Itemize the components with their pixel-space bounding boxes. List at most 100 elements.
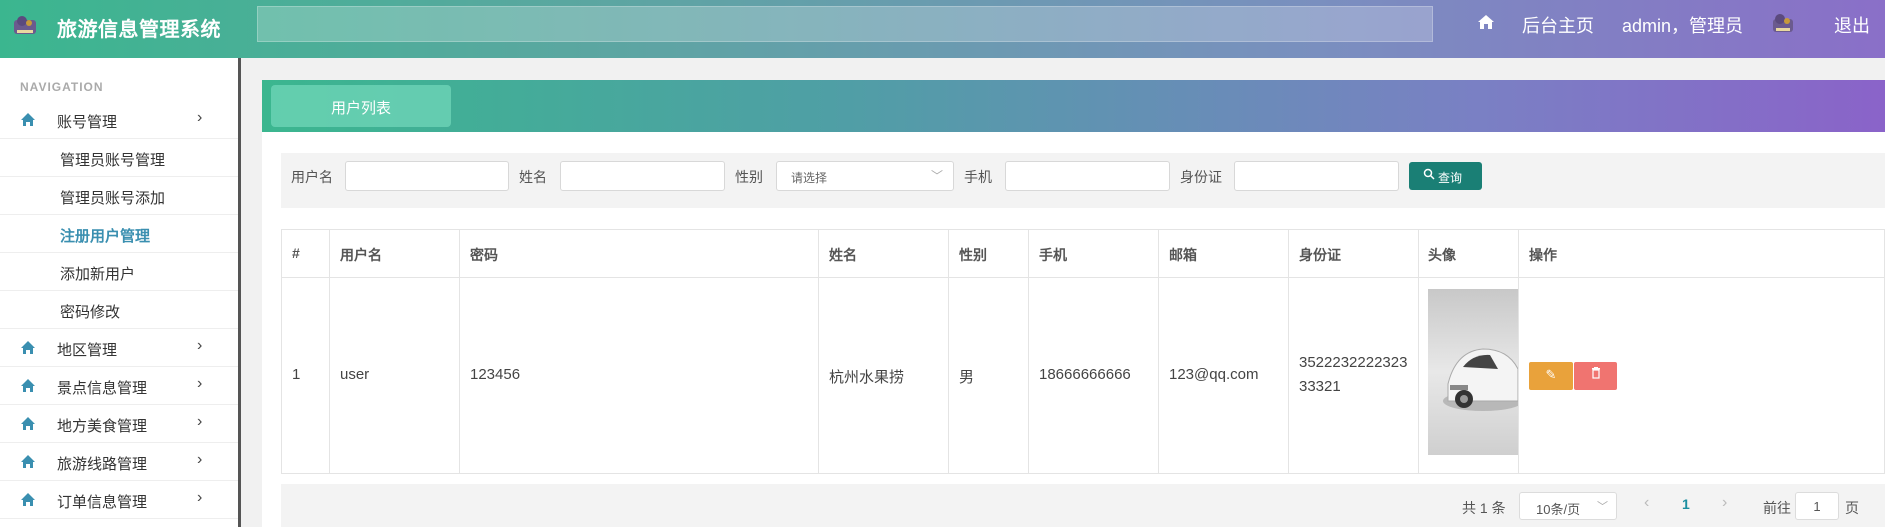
sidebar-item-orders[interactable]: 订单信息管理 › bbox=[0, 481, 238, 519]
cell-phone: 18666666666 bbox=[1039, 366, 1131, 383]
sidebar-subitem-admin-add[interactable]: 管理员账号添加 bbox=[0, 177, 238, 215]
username-label: 用户名 bbox=[291, 169, 333, 185]
sidebar-item-label: 订单信息管理 bbox=[57, 494, 148, 511]
column-header-gender: 性别 bbox=[959, 247, 987, 263]
chevron-right-icon: › bbox=[197, 109, 203, 126]
cell-id-card-line2: 33321 bbox=[1299, 378, 1341, 395]
home-icon bbox=[20, 492, 36, 508]
sidebar-subitem-label: 管理员账号添加 bbox=[60, 190, 166, 207]
sidebar-item-label: 账号管理 bbox=[57, 114, 118, 131]
id-card-label: 身份证 bbox=[1180, 169, 1222, 185]
column-divider bbox=[459, 229, 460, 474]
user-avatar bbox=[1771, 11, 1795, 35]
cell-index: 1 bbox=[292, 366, 301, 383]
sidebar-item-label: 景点信息管理 bbox=[57, 380, 148, 397]
cell-username: user bbox=[340, 366, 370, 383]
sidebar-subitem-add-user[interactable]: 添加新用户 bbox=[0, 253, 238, 291]
edit-icon: ✎ bbox=[1545, 367, 1557, 382]
page-suffix: 页 bbox=[1845, 500, 1859, 516]
sidebar-subitem-registered-users[interactable]: 注册用户管理 bbox=[0, 215, 238, 253]
goto-label: 前往 bbox=[1763, 500, 1791, 516]
name-label: 姓名 bbox=[519, 169, 547, 185]
column-header-index: # bbox=[292, 245, 300, 261]
cell-gender: 男 bbox=[959, 369, 975, 386]
sidebar-subitem-label: 管理员账号管理 bbox=[60, 152, 166, 169]
search-button[interactable]: 查询 bbox=[1409, 162, 1482, 190]
delete-button[interactable] bbox=[1574, 362, 1617, 390]
sidebar-item-region[interactable]: 地区管理 › bbox=[0, 329, 238, 367]
nav-title: NAVIGATION bbox=[20, 80, 104, 94]
cell-id-card-line1: 3522232222323 bbox=[1299, 354, 1408, 371]
edit-button[interactable]: ✎ bbox=[1529, 362, 1573, 390]
sidebar-subitem-admin-accounts[interactable]: 管理员账号管理 bbox=[0, 139, 238, 177]
column-header-password: 密码 bbox=[470, 247, 498, 263]
cell-name: 杭州水果捞 bbox=[829, 369, 905, 386]
column-divider bbox=[948, 229, 949, 474]
column-header-id-card: 身份证 bbox=[1299, 247, 1341, 263]
column-header-username: 用户名 bbox=[340, 247, 382, 263]
home-icon bbox=[20, 454, 36, 470]
next-page-button[interactable]: › bbox=[1722, 494, 1727, 512]
search-icon bbox=[1423, 168, 1435, 183]
sidebar-subitem-label: 密码修改 bbox=[60, 304, 121, 321]
page-size-value: 10条/页 bbox=[1536, 502, 1581, 517]
sidebar-item-routes[interactable]: 旅游线路管理 › bbox=[0, 443, 238, 481]
phone-label: 手机 bbox=[964, 169, 992, 185]
chevron-down-icon: ﹀ bbox=[1597, 501, 1608, 513]
table-header-divider bbox=[281, 277, 1885, 278]
tab-user-list[interactable]: 用户列表 bbox=[271, 85, 451, 127]
column-divider bbox=[329, 229, 330, 474]
column-divider bbox=[818, 229, 819, 474]
logout-link[interactable]: 退出 bbox=[1834, 12, 1870, 38]
sidebar-item-label: 地方美食管理 bbox=[57, 418, 148, 435]
trash-icon bbox=[1591, 367, 1601, 382]
goto-page-input[interactable]: 1 bbox=[1795, 492, 1839, 520]
cell-email: 123@qq.com bbox=[1169, 366, 1259, 383]
home-link[interactable]: 后台主页 bbox=[1522, 12, 1594, 38]
column-header-name: 姓名 bbox=[829, 247, 857, 263]
sidebar-subitem-label: 添加新用户 bbox=[60, 266, 136, 283]
app-title: 旅游信息管理系统 bbox=[57, 19, 221, 41]
sidebar-item-attractions[interactable]: 景点信息管理 › bbox=[0, 367, 238, 405]
sidebar-item-account[interactable]: 账号管理 › bbox=[0, 101, 238, 139]
current-page[interactable]: 1 bbox=[1682, 496, 1690, 512]
column-header-phone: 手机 bbox=[1039, 247, 1067, 263]
name-input[interactable] bbox=[560, 161, 725, 191]
home-icon[interactable] bbox=[1477, 13, 1497, 33]
home-icon bbox=[20, 112, 36, 128]
column-divider bbox=[1418, 229, 1419, 474]
column-divider bbox=[1028, 229, 1029, 474]
chevron-right-icon: › bbox=[197, 375, 203, 392]
column-header-actions: 操作 bbox=[1529, 247, 1557, 263]
panel-header bbox=[262, 80, 1885, 132]
gender-placeholder: 请选择 bbox=[791, 171, 828, 185]
column-divider bbox=[1158, 229, 1159, 474]
username-input[interactable] bbox=[345, 161, 509, 191]
header-search-bar[interactable] bbox=[257, 6, 1433, 42]
tab-label: 用户列表 bbox=[330, 100, 391, 117]
total-count: 共 1 条 bbox=[1462, 500, 1506, 516]
sidebar: NAVIGATION 账号管理 › 管理员账号管理 管理员账号添加 注册用户管理… bbox=[0, 58, 241, 527]
home-icon bbox=[20, 416, 36, 432]
gender-select[interactable]: 请选择 ﹀ bbox=[776, 161, 954, 191]
sidebar-item-food[interactable]: 地方美食管理 › bbox=[0, 405, 238, 443]
gender-label: 性别 bbox=[735, 169, 763, 185]
cell-password: 123456 bbox=[470, 366, 521, 383]
chevron-down-icon: ﹀ bbox=[930, 169, 943, 183]
phone-input[interactable] bbox=[1005, 161, 1170, 191]
home-icon bbox=[20, 378, 36, 394]
page-size-select[interactable]: 10条/页 ﹀ bbox=[1519, 492, 1617, 520]
sidebar-subitem-password[interactable]: 密码修改 bbox=[0, 291, 238, 329]
chevron-right-icon: › bbox=[197, 413, 203, 430]
user-table bbox=[281, 229, 1885, 474]
search-button-label: 查询 bbox=[1438, 171, 1463, 185]
avatar-car-image bbox=[1428, 289, 1518, 455]
prev-page-button[interactable]: ‹ bbox=[1644, 494, 1649, 512]
sidebar-item-label: 地区管理 bbox=[57, 342, 118, 359]
column-header-avatar: 头像 bbox=[1428, 247, 1456, 263]
home-icon bbox=[20, 340, 36, 356]
chevron-right-icon: › bbox=[197, 451, 203, 468]
id-card-input[interactable] bbox=[1234, 161, 1399, 191]
logo-icon bbox=[12, 12, 38, 38]
chevron-right-icon: › bbox=[197, 337, 203, 354]
